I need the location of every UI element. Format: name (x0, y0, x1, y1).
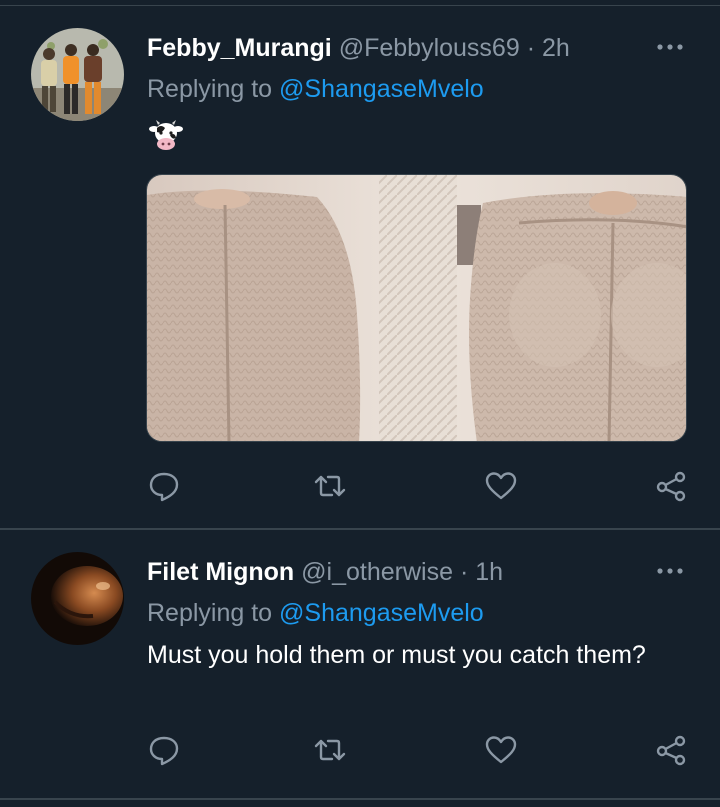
more-options-icon[interactable] (652, 37, 688, 57)
tweet-image[interactable] (146, 174, 687, 442)
tweet[interactable]: Filet Mignon @i_otherwise · 1h Replying … (0, 530, 720, 798)
share-icon[interactable] (653, 468, 689, 504)
tweet-text: Must you hold them or must you catch the… (147, 641, 646, 669)
avatar[interactable] (31, 28, 124, 121)
tweet[interactable]: Febby_Murangi @Febbylouss69 · 2h Replyin… (0, 0, 720, 528)
avatar[interactable] (31, 552, 124, 645)
like-icon[interactable] (483, 732, 519, 768)
user-handle[interactable]: @i_otherwise (301, 558, 453, 586)
retweet-icon[interactable] (312, 468, 348, 504)
display-name[interactable]: Filet Mignon (147, 558, 294, 586)
replying-to-label: Replying to (147, 75, 273, 103)
like-icon[interactable] (483, 468, 519, 504)
reply-icon[interactable] (146, 732, 182, 768)
tweet-header: Filet Mignon @i_otherwise · 1h (147, 557, 503, 587)
more-options-icon[interactable] (652, 561, 688, 581)
separator: · (459, 558, 469, 586)
replying-to-label: Replying to (147, 599, 273, 627)
mention-link[interactable]: @ShangaseMvelo (279, 599, 484, 627)
display-name[interactable]: Febby_Murangi (147, 34, 332, 62)
tweet-divider (0, 798, 720, 800)
replying-to: Replying to @ShangaseMvelo (147, 74, 484, 104)
separator: · (526, 34, 536, 62)
share-icon[interactable] (653, 732, 689, 768)
timestamp[interactable]: 1h (475, 558, 503, 586)
timestamp[interactable]: 2h (542, 34, 570, 62)
mention-link[interactable]: @ShangaseMvelo (279, 75, 484, 103)
retweet-icon[interactable] (312, 732, 348, 768)
replying-to: Replying to @ShangaseMvelo (147, 598, 484, 628)
tweet-header: Febby_Murangi @Febbylouss69 · 2h (147, 33, 570, 63)
tweet-actions (0, 468, 720, 508)
user-handle[interactable]: @Febbylouss69 (339, 34, 520, 62)
tweet-actions (0, 732, 720, 772)
reply-icon[interactable] (146, 468, 182, 504)
cow-face-emoji (148, 118, 184, 154)
